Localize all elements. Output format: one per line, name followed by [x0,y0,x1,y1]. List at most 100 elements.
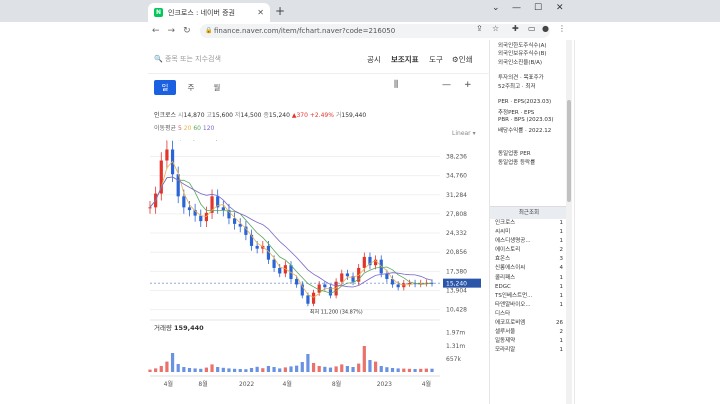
candle-body [159,160,163,194]
back-icon[interactable]: ← [152,26,160,36]
recent-item[interactable]: 타앤알바이오... 1 [490,301,568,310]
price-change: ▲370 [291,112,308,119]
recent-item[interactable]: 디스타 [490,310,568,319]
menu-print[interactable]: ⚙인쇄 [452,54,473,65]
sidepanel-icon[interactable]: ▭ [528,24,536,33]
x-tick-label: 2023 [377,381,392,388]
period-month-button[interactable]: 월 [206,80,228,95]
volume-bar [244,369,248,372]
menu-print-label: 인쇄 [458,55,473,64]
volume-bar [340,364,344,372]
zoom-out-icon[interactable]: — [442,80,451,90]
volume-bar [170,353,175,372]
period-day-button[interactable]: 일 [154,80,176,95]
ma-5: 5 [178,125,182,132]
divider [148,73,490,74]
candle-body [272,259,276,268]
recent-item[interactable]: 콜리패스 1 [490,274,568,283]
menu-disclosure[interactable]: 공시 [367,54,381,65]
volume-bar [323,366,327,372]
recent-item-name: 신롱에스이씨 [495,265,526,272]
x-tick-label: 4월 [283,380,292,388]
maximize-icon[interactable]: ☐ [534,3,542,13]
recent-item-count: 3 [559,256,564,263]
sidebar-row: PER · EPS(2023.03) [498,99,552,105]
recent-item[interactable]: EDGC 1 [490,283,568,292]
scrollbar-thumb[interactable] [567,100,571,202]
recent-item-count: 1 [559,238,564,245]
recent-item[interactable]: 일동제약 1 [490,337,568,346]
recent-item-name: 에이스토리 [495,247,521,254]
recent-item[interactable]: 신롱에스이씨 4 [490,264,568,273]
bookmark-star-icon[interactable]: ☆ [492,24,499,33]
recent-item[interactable]: 에이스토리 2 [490,246,568,255]
recent-item-count: 1 [559,283,564,290]
volume-bar [238,369,242,372]
recent-item[interactable]: 에코프로비엠 26 [490,319,568,328]
period-selector: 일 주 월 [154,80,232,95]
volume-bar [334,366,338,372]
volume-bar [261,368,265,372]
reload-icon[interactable]: ↻ [183,26,191,36]
volume-title-value: 159,440 [174,324,204,332]
recent-item[interactable]: 씨씨미 1 [490,228,568,237]
volume-bar [295,365,299,372]
volume-tick-label: 1.31m [446,343,465,350]
extensions-icon[interactable]: ✚ [512,24,519,33]
candle-body [311,292,316,304]
recent-item-name: 에코프로비엠 [495,320,526,327]
y-tick-label: 27,808 [446,211,467,218]
page-scrollbar[interactable] [566,40,572,404]
browser-menu-icon[interactable]: ⋮ [558,24,566,33]
x-tick-label: 2022 [239,381,254,388]
volume-title-label: 거래량 [154,324,172,332]
candle-body [323,284,327,288]
sidebar-row: 외국인소진율(B/A) [498,60,543,66]
volume-bar [385,367,389,372]
window-close-icon[interactable]: ✕ [556,3,564,13]
blank-pane [574,40,720,404]
tab-bar: N 인크로스 : 네이버 증권 ✕ + ⌄ — ☐ ✕ [0,0,720,22]
recent-item[interactable]: 인크로스 1 [490,219,568,228]
close-price: 15,240 [268,112,290,119]
x-tick-label: 4월 [164,380,173,388]
zoom-in-icon[interactable]: + [464,80,472,90]
y-tick-label: 38,236 [446,153,467,160]
search-input[interactable]: 🔍 종목 또는 지수검색 [154,54,221,64]
forward-icon[interactable]: → [168,26,176,36]
open-price: 14,870 [183,112,205,119]
tab-close-icon[interactable]: ✕ [257,8,264,17]
recent-item[interactable]: 모라리알 1 [490,346,568,355]
share-icon[interactable]: ⇪ [476,24,483,33]
menu-tools[interactable]: 도구 [429,54,443,65]
browser-tab[interactable]: N 인크로스 : 네이버 증권 ✕ [148,3,270,22]
new-tab-button[interactable]: + [275,4,285,18]
minimize-icon[interactable]: — [512,3,521,13]
recent-item-name: 일동제약 [495,338,516,345]
menu-indicators[interactable]: 보조지표 [391,54,419,65]
profile-avatar[interactable]: ● [542,24,549,33]
moving-average-legend[interactable]: 이동평균 5 20 60 120 [154,123,214,132]
lock-icon: 🔒 [205,27,213,34]
volume-bar [402,368,406,372]
y-tick-label: 17,380 [446,268,467,275]
candle-body [199,215,203,222]
candle-body [148,207,152,209]
recent-item[interactable]: 셀루서울 2 [490,328,568,337]
price-chart[interactable]: 38,236 34,760 31,284 27,808 24,332 20,856 17,3… [148,140,490,402]
ma-label: 이동평균 [154,125,177,132]
candle-body [255,245,259,249]
recent-item[interactable]: 에스디생명공... 1 [490,237,568,246]
recent-item-name: 에스디생명공... [495,238,531,245]
candle-type-icon[interactable]: ⫼ [394,80,398,90]
price-change-pct: +2.49% [309,112,334,119]
high-price: 15,600 [212,112,233,119]
volume-tick-label: 657k [446,356,461,363]
candle-body [396,284,400,288]
period-week-button[interactable]: 주 [180,80,202,95]
scale-selector[interactable]: Linear ▾ [452,130,476,137]
chevron-down-icon[interactable]: ⌄ [492,3,500,13]
volume-bar [255,366,259,372]
recent-item[interactable]: TS인베스트먼... 1 [490,292,568,301]
recent-item[interactable]: 효온스 3 [490,255,568,264]
